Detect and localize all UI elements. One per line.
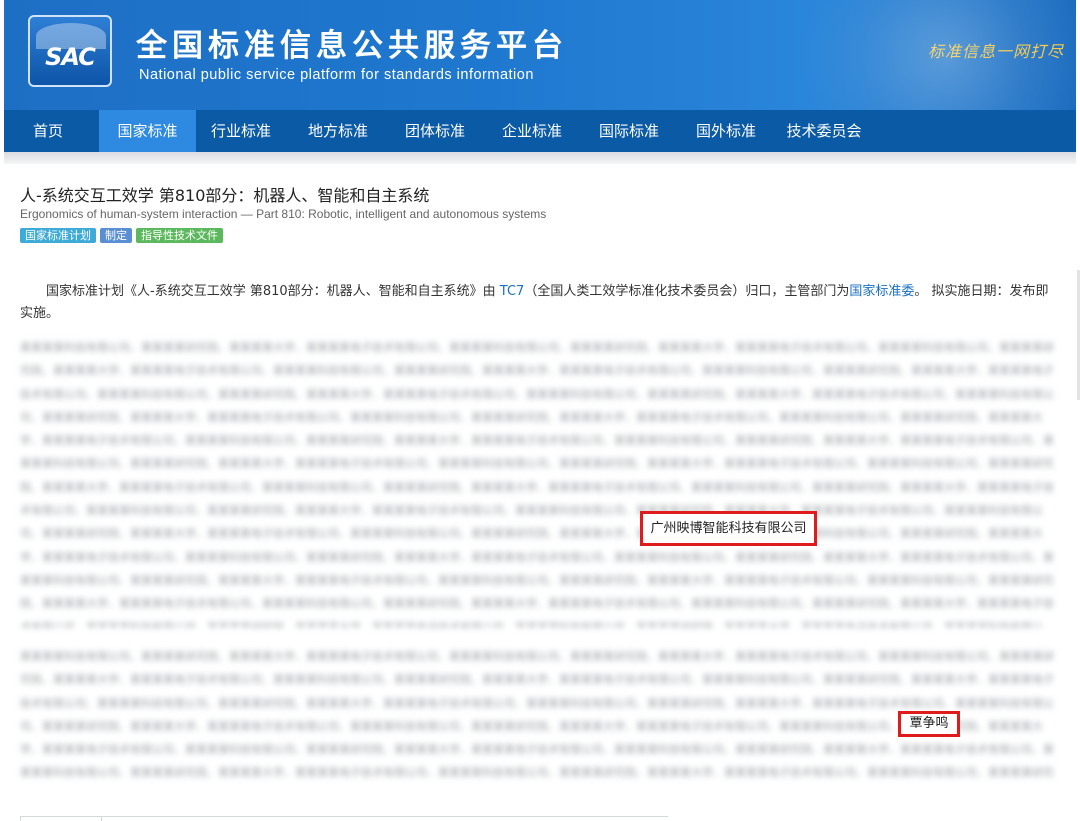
highlighted-drafting-unit: 广州映博智能科技有限公司 [640, 511, 817, 546]
sac-logo[interactable]: SAC [28, 15, 112, 87]
tc7-link[interactable]: TC7 [500, 284, 525, 299]
site-header-banner: SAC 全国标准信息公共服务平台 National public service… [4, 0, 1076, 110]
nav-item-group[interactable]: 团体标准 [393, 110, 477, 152]
nav-item-home[interactable]: 首页 [18, 110, 78, 152]
site-subtitle: National public service platform for sta… [139, 67, 534, 83]
nav-item-industry[interactable]: 行业标准 [198, 110, 284, 152]
tag-formulate: 制定 [100, 228, 132, 243]
nav-divider [4, 152, 1076, 164]
site-title: 全国标准信息公共服务平台 [136, 28, 568, 64]
nav-item-national[interactable]: 国家标准 [99, 110, 196, 152]
sac-dept-link[interactable]: 国家标准委 [849, 284, 914, 299]
description-paragraph: 国家标准计划《人-系统交互工效学 第810部分：机器人、智能和自主系统》由 TC… [20, 281, 1054, 325]
nav-item-international[interactable]: 国际标准 [587, 110, 671, 152]
standard-title-en: Ergonomics of human-system interaction —… [20, 207, 547, 221]
nav-item-committee[interactable]: 技术委员会 [774, 110, 874, 152]
nav-item-local[interactable]: 地方标准 [296, 110, 380, 152]
nav-item-enterprise[interactable]: 企业标准 [490, 110, 574, 152]
standard-title: 人-系统交互工效学 第810部分：机器人、智能和自主系统 [20, 186, 430, 205]
tag-national-plan: 国家标准计划 [20, 228, 96, 243]
main-nav: 首页 国家标准 行业标准 地方标准 团体标准 企业标准 国际标准 国外标准 技术… [4, 110, 1076, 152]
nav-item-foreign[interactable]: 国外标准 [684, 110, 768, 152]
standard-tags: 国家标准计划 制定 指导性技术文件 [20, 228, 227, 244]
highlighted-drafter: 覃争鸣 [898, 711, 960, 737]
tab-outline[interactable] [20, 816, 102, 821]
description-part2: （全国人类工效学标准化技术委员会）归口，主管部门为 [524, 284, 850, 299]
tab-bar-divider [20, 816, 668, 817]
drafting-units-blurred: 某某某某科技有限公司、某某某某研究院、某某某某大学、某某某某电子技术有限公司、某… [20, 341, 1054, 628]
description-part1: 国家标准计划《人-系统交互工效学 第810部分：机器人、智能和自主系统》由 [46, 284, 500, 299]
tag-guidance-document: 指导性技术文件 [136, 228, 223, 243]
logo-text: SAC [45, 43, 96, 71]
slogan-calligraphy: 标准信息一网打尽 [927, 42, 1064, 61]
